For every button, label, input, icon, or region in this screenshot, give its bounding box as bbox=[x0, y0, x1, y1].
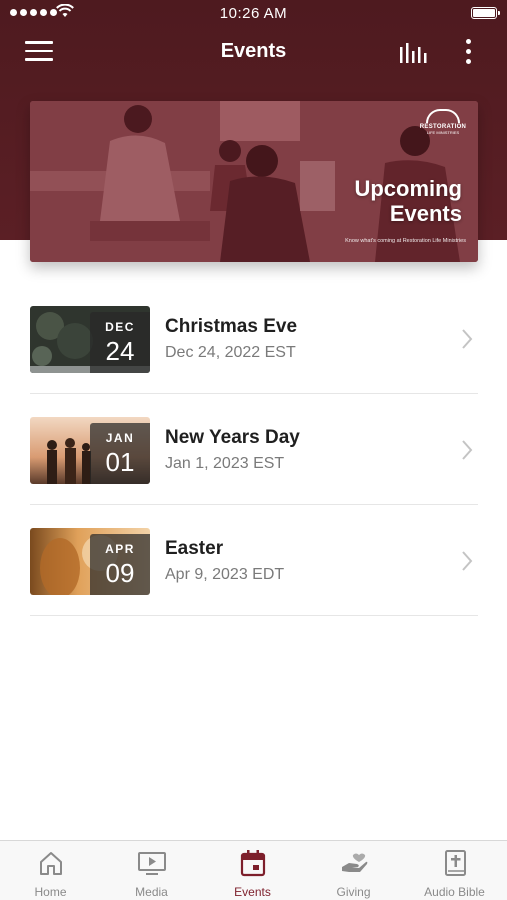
audio-bars-icon[interactable] bbox=[399, 41, 431, 65]
event-name: Easter bbox=[165, 538, 224, 559]
church-logo: RESTORATION LIFE MINISTRIES bbox=[418, 109, 468, 139]
event-name: Christmas Eve bbox=[165, 316, 298, 337]
banner-subline: Know what's coming at Restoration Life M… bbox=[345, 238, 466, 244]
event-row-new-years-day[interactable]: JAN 01 New Years Day Jan 1, 2023 EST bbox=[30, 394, 478, 505]
calendar-icon bbox=[240, 850, 266, 877]
banner-headline: Upcoming Events bbox=[354, 176, 462, 226]
event-date: Apr 9, 2023 EDT bbox=[165, 566, 285, 583]
event-date: Jan 1, 2023 EST bbox=[165, 455, 285, 472]
event-thumbnail: JAN 01 bbox=[30, 417, 150, 484]
status-bar: 10:26 AM bbox=[0, 0, 507, 28]
chevron-right-icon bbox=[462, 329, 473, 349]
tab-events[interactable]: Events bbox=[202, 841, 303, 900]
event-name: New Years Day bbox=[165, 427, 300, 448]
tab-audio-bible[interactable]: Audio Bible bbox=[404, 841, 505, 900]
home-icon bbox=[40, 852, 62, 875]
nav-bar: Events bbox=[0, 30, 507, 76]
more-options-icon[interactable] bbox=[462, 39, 474, 67]
tab-bar: Home Media Events Giving Audio Bible bbox=[0, 840, 507, 900]
tab-giving[interactable]: Giving bbox=[303, 841, 404, 900]
giving-hand-icon bbox=[342, 853, 368, 872]
event-list: DEC 24 Christmas Eve Dec 24, 2022 EST JA… bbox=[30, 283, 478, 616]
chevron-right-icon bbox=[462, 440, 473, 460]
date-badge: APR 09 bbox=[90, 534, 150, 595]
battery-icon bbox=[471, 7, 500, 19]
date-badge: DEC 24 bbox=[90, 312, 150, 373]
status-time: 10:26 AM bbox=[219, 5, 288, 22]
event-date: Dec 24, 2022 EST bbox=[165, 344, 296, 361]
tab-home[interactable]: Home bbox=[0, 841, 101, 900]
event-row-easter[interactable]: APR 09 Easter Apr 9, 2023 EDT bbox=[30, 505, 478, 616]
tab-media[interactable]: Media bbox=[101, 841, 202, 900]
upcoming-events-banner[interactable]: RESTORATION LIFE MINISTRIES Upcoming Eve… bbox=[30, 101, 478, 262]
chevron-right-icon bbox=[462, 551, 473, 571]
event-thumbnail: APR 09 bbox=[30, 528, 150, 595]
event-row-christmas-eve[interactable]: DEC 24 Christmas Eve Dec 24, 2022 EST bbox=[30, 283, 478, 394]
date-badge: JAN 01 bbox=[90, 423, 150, 484]
bible-icon bbox=[445, 850, 466, 876]
event-thumbnail: DEC 24 bbox=[30, 306, 150, 373]
media-icon bbox=[138, 852, 166, 875]
